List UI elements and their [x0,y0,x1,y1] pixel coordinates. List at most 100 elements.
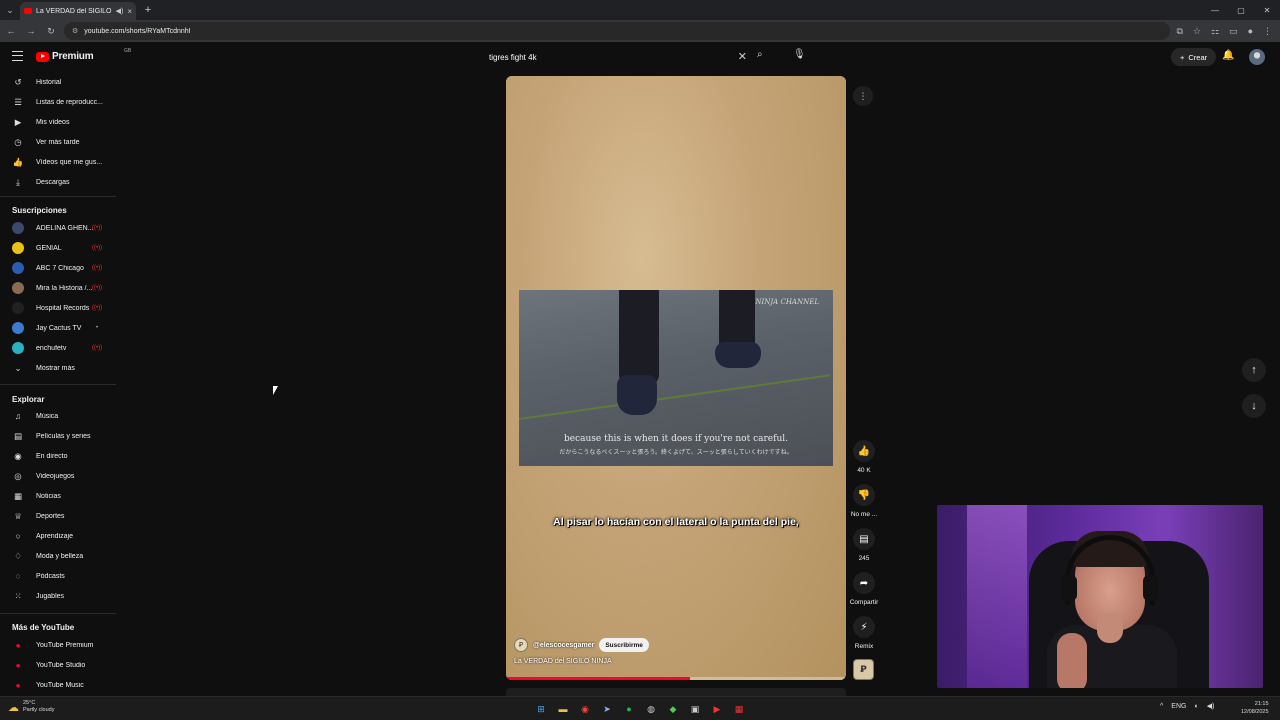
network-icon[interactable]: ◐ [1194,703,1198,710]
url-input[interactable]: ⚙ youtube.com/shorts/RYaMTcdnnhI [64,22,1171,40]
remix-icon: ⚡ [853,616,875,638]
sidebar-subscription[interactable]: ABC 7 Chicago ((•)) [0,258,116,278]
browser-tab-bar: ⌄ La VERDAD del SIGILO NIN ◀) × + — ▢ ✕ [0,0,1280,20]
volume-icon[interactable]: ◀) [1207,702,1215,710]
comments-button[interactable]: ▤ 245 [846,528,882,562]
previous-short-arrow-up-icon[interactable]: ↑ [1242,358,1266,382]
audio-playing-icon[interactable]: ◀) [116,7,124,15]
sidebar-item-gaming[interactable]: ◎ Videojuegos [0,466,116,486]
browser-menu-icon[interactable]: ⋮ [1263,26,1272,37]
sidebar-item-news[interactable]: ▦ Noticias [0,486,116,506]
clear-search-icon[interactable]: ✕ [738,50,747,63]
clock-time: 21:15 [1254,701,1269,707]
cast-icon[interactable]: ▭ [1229,26,1238,37]
share-button[interactable]: ➦ Compartir [846,572,882,606]
sidebar-item-movies[interactable]: ▤ Películas y series [0,426,116,446]
sidebar-item-live[interactable]: ◉ En directo [0,446,116,466]
next-short-arrow-down-icon[interactable]: ↓ [1242,394,1266,418]
store-icon[interactable]: ▣ [687,701,703,717]
system-clock[interactable]: 21:15 12/08/2025 [1241,700,1269,716]
sidebar-item-my-videos[interactable]: ▶ Mis vídeos [0,112,116,132]
progress-bar[interactable] [506,677,846,680]
show-more-button[interactable]: ⌄ Mostrar más [0,358,116,378]
close-window-icon[interactable]: ✕ [1254,6,1280,15]
sidebar-subscription[interactable]: ADELINA GHEN... ((•)) [0,218,116,238]
sidebar-item-download[interactable]: ⤓ Descargas [0,172,116,192]
open-in-app-icon[interactable]: ⧉ [1176,26,1182,37]
telegram-icon[interactable]: ➤ [599,701,615,717]
clip-subtitle-english: because this is when it does if you're n… [564,434,788,444]
clip-watermark: NINJA CHANNEL [755,298,819,306]
microphone-icon[interactable]: 🎙 [793,49,806,60]
notifications-bell-icon[interactable]: 🔔 [1222,50,1234,61]
live-indicator-icon: ((•)) [92,285,103,291]
bookmark-star-icon[interactable]: ☆ [1193,26,1201,37]
weather-widget[interactable]: ☁ 25°C Partly cloudy [8,700,55,714]
reload-icon[interactable]: ↻ [44,26,58,37]
sidebar-item-watch-later[interactable]: ◷ Ver más tarde [0,132,116,152]
more-options-icon[interactable]: ⋮ [853,86,873,106]
sidebar-item-podcast[interactable]: ◌ Pódcasts [0,566,116,586]
sidebar-item-history[interactable]: ↺ Historial [0,72,116,92]
steam-icon[interactable]: ◍ [643,701,659,717]
sidebar-item-yt-music[interactable]: ● YouTube Music [0,675,116,695]
create-button[interactable]: + Crear [1171,48,1217,66]
close-tab-icon[interactable]: × [127,7,132,16]
like-count: 40 K [857,467,871,474]
sidebar-item-playables[interactable]: ⁙ Jugables [0,586,116,606]
short-video-player[interactable]: NINJA CHANNEL because this is when it do… [506,76,846,680]
sidebar-subscription[interactable]: Mira la Historia /... ((•)) [0,278,116,298]
maximize-icon[interactable]: ▢ [1228,6,1254,15]
browser-tab[interactable]: La VERDAD del SIGILO NIN ◀) × [20,2,136,20]
extensions-icon[interactable]: ⚏ [1211,26,1219,37]
tray-chevron-icon[interactable]: ^ [1160,703,1163,710]
youtube-app-icon[interactable]: ▶ [709,701,725,717]
channel-avatar[interactable]: Ꝑ [514,638,528,652]
forward-icon[interactable]: → [24,26,38,36]
sidebar-item-yt-premium[interactable]: ● YouTube Premium [0,635,116,655]
sidebar-subscription[interactable]: Jay Cactus TV • [0,318,116,338]
spotify-icon[interactable]: ● [621,701,637,717]
comment-count: 245 [858,555,870,562]
sidebar-item-trophy[interactable]: ♕ Deportes [0,506,116,526]
site-info-icon[interactable]: ⚙ [72,27,78,35]
profile-icon[interactable]: ● [1248,26,1253,37]
short-title[interactable]: La VERDAD del SIGILO NINJA [514,658,612,665]
sidebar-item-label: YouTube Studio [36,661,86,669]
remix-button[interactable]: ⚡ Remix [846,616,882,650]
sidebar-subscription[interactable]: Hospital Records ((•)) [0,298,116,318]
new-tab-icon[interactable]: + [140,4,156,16]
sidebar-item-yt-studio[interactable]: ● YouTube Studio [0,655,116,675]
calendar-app-icon[interactable]: ▦ [731,701,747,717]
file-explorer-icon[interactable]: ▬ [555,701,571,717]
subscriptions-heading[interactable]: Suscripciones [12,206,67,215]
app-green-icon[interactable]: ◆ [665,701,681,717]
subscribe-button[interactable]: Suscribirme [599,638,649,652]
audio-source-thumbnail[interactable]: Ꝑ [853,659,874,680]
tab-search-icon[interactable]: ⌄ [0,0,20,20]
back-icon[interactable]: ← [4,26,18,36]
sidebar-item-lightbulb[interactable]: ○ Aprendizaje [0,526,116,546]
channel-handle[interactable]: @elescocesgamer [533,642,594,649]
search-input[interactable]: tigres fight 4k ✕ [480,47,755,67]
windows-start-icon[interactable]: ⊞ [533,701,549,717]
menu-icon[interactable] [12,51,23,61]
sidebar-subscription[interactable]: enchufetv ((•)) [0,338,116,358]
sidebar-item-playlist[interactable]: ☰ Listas de reproducc... [0,92,116,112]
account-avatar[interactable] [1249,49,1265,65]
yt-studio-icon: ● [15,660,21,670]
input-language[interactable]: ENG [1171,703,1186,710]
sidebar-subscription[interactable]: GENIAL ((•)) [0,238,116,258]
system-tray: ^ ENG ◐ ◀) [1160,702,1215,711]
dislike-button[interactable]: 👎 No me ... [846,484,882,518]
chrome-icon[interactable]: ◉ [577,701,593,717]
search-icon[interactable]: ⌕ [757,49,763,60]
like-button[interactable]: 👍 40 K [846,440,882,474]
sidebar-item-hanger[interactable]: ♢ Moda y belleza [0,546,116,566]
sidebar-item-liked[interactable]: 👍 Vídeos que me gus... [0,152,116,172]
minimize-icon[interactable]: — [1202,6,1228,15]
news-icon: ▦ [13,490,23,501]
youtube-logo[interactable]: Premium GB [36,48,131,62]
channel-avatar [12,262,24,274]
sidebar-item-music[interactable]: ♫ Música [0,406,116,426]
